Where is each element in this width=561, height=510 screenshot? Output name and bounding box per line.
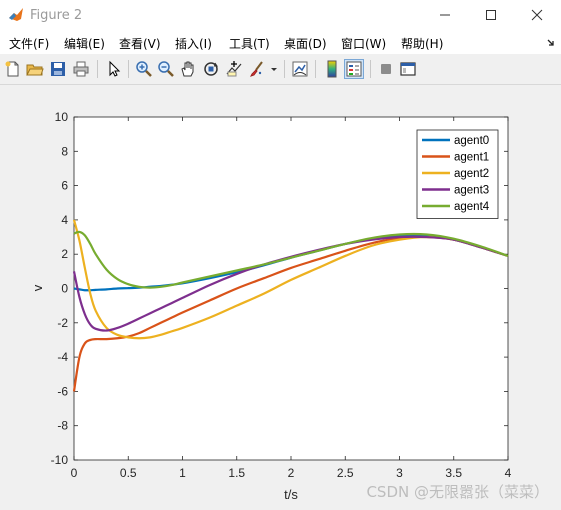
toolbar-separator: [128, 60, 129, 78]
brush-icon: [250, 61, 263, 77]
zoom-out-button[interactable]: [156, 59, 176, 79]
hide-plot-tools-button[interactable]: [376, 59, 396, 79]
x-tick-label: 1: [179, 466, 186, 480]
toolbar-separator: [315, 60, 316, 78]
colorbar-icon: [327, 60, 337, 78]
y-tick-label: 0: [61, 282, 68, 296]
x-tick-label: 1.5: [228, 466, 245, 480]
pan-button[interactable]: [178, 59, 198, 79]
watermark: CSDN @无限嚣张（菜菜）: [366, 483, 549, 501]
x-tick-label: 2.5: [337, 466, 354, 480]
show-plot-tools-icon: [400, 62, 416, 76]
menu-insert[interactable]: 插入(I): [175, 35, 212, 52]
menu-view[interactable]: 查看(V): [119, 35, 161, 52]
x-tick-label: 0.5: [120, 466, 137, 480]
legend-label: agent1: [454, 152, 489, 164]
x-tick-label: 0: [71, 466, 78, 480]
save-icon: [51, 62, 65, 76]
open-file-button[interactable]: [25, 59, 45, 79]
pointer-icon: [109, 60, 121, 77]
print-button[interactable]: [71, 59, 91, 79]
menu-bar: 文件(F) 编辑(E) 查看(V) 插入(I) 工具(T) 桌面(D) 窗口(W…: [0, 32, 561, 54]
link-plot-button[interactable]: [290, 59, 310, 79]
close-button[interactable]: [514, 0, 560, 30]
y-tick-label: -8: [57, 419, 68, 433]
brush-dropdown-icon: [271, 68, 277, 71]
menu-help[interactable]: 帮助(H): [401, 35, 443, 52]
print-icon: [73, 61, 89, 77]
y-tick-label: -2: [57, 316, 68, 330]
y-tick-label: -10: [51, 453, 69, 467]
rotate-3d-icon: [204, 62, 218, 76]
rotate-3d-button[interactable]: [201, 59, 221, 79]
y-tick-label: -6: [57, 384, 68, 398]
menu-tools[interactable]: 工具(T): [229, 35, 270, 52]
title-bar: Figure 2: [0, 0, 561, 32]
toolbar-separator: [284, 60, 285, 78]
legend-label: agent4: [454, 201, 490, 213]
x-tick-label: 4: [505, 466, 512, 480]
dock-arrow-icon[interactable]: [546, 38, 556, 48]
show-plot-tools-button[interactable]: [398, 59, 418, 79]
y-tick-label: 2: [61, 247, 68, 261]
menu-edit[interactable]: 编辑(E): [64, 35, 105, 52]
maximize-icon: [486, 10, 496, 20]
new-figure-icon: [5, 61, 19, 77]
minimize-icon: [440, 14, 450, 16]
figure-toolbar: [0, 54, 561, 85]
maximize-button[interactable]: [468, 0, 514, 30]
x-tick-label: 3.5: [445, 466, 462, 480]
y-tick-label: 10: [55, 110, 69, 124]
x-axis-label: t/s: [284, 487, 298, 502]
insert-legend-button[interactable]: [344, 59, 364, 79]
close-icon: [531, 9, 543, 21]
minimize-button[interactable]: [422, 0, 468, 30]
window-title: Figure 2: [30, 8, 83, 23]
pan-hand-icon: [181, 61, 194, 77]
legend-icon: [346, 61, 362, 77]
data-cursor-icon: [226, 61, 242, 77]
y-axis-label: v: [30, 284, 45, 291]
save-button[interactable]: [48, 59, 68, 79]
brush-button[interactable]: [247, 59, 267, 79]
zoom-in-icon: [136, 61, 152, 77]
x-tick-label: 3: [396, 466, 403, 480]
legend-label: agent2: [454, 168, 489, 180]
link-plot-icon: [292, 61, 308, 77]
menu-desktop[interactable]: 桌面(D): [284, 35, 327, 52]
y-tick-label: -4: [57, 350, 68, 364]
figure-area: 0 0.5 1 1.5 2 2.5 3 3.5 4 -10 -8 -6 -4 -2 0 2 4 6 8 10 t/s …: [0, 85, 561, 510]
open-file-icon: [26, 64, 44, 76]
brush-dropdown-button[interactable]: [268, 59, 280, 79]
matlab-logo-icon: [9, 8, 23, 21]
edit-plot-button[interactable]: [104, 59, 124, 79]
insert-colorbar-button[interactable]: [322, 59, 342, 79]
new-figure-button[interactable]: [3, 59, 23, 79]
legend-label: agent0: [454, 135, 489, 147]
hide-plot-tools-icon: [381, 64, 391, 74]
data-cursor-button[interactable]: [224, 59, 244, 79]
toolbar-separator: [370, 60, 371, 78]
y-tick-label: 4: [61, 213, 68, 227]
y-tick-label: 8: [61, 144, 68, 158]
legend[interactable]: agent0 agent1 agent2 agent3 agent4: [416, 129, 499, 219]
line-chart[interactable]: 0 0.5 1 1.5 2 2.5 3 3.5 4-10-8-6-4-20246810 t/s …: [0, 85, 561, 510]
legend-label: agent3: [454, 185, 489, 197]
zoom-in-button[interactable]: [134, 59, 154, 79]
menu-window[interactable]: 窗口(W): [341, 35, 386, 52]
zoom-out-icon: [158, 61, 174, 77]
toolbar-separator: [97, 60, 98, 78]
y-tick-label: 6: [61, 179, 68, 193]
menu-file[interactable]: 文件(F): [9, 35, 49, 52]
x-tick-label: 2: [288, 466, 295, 480]
